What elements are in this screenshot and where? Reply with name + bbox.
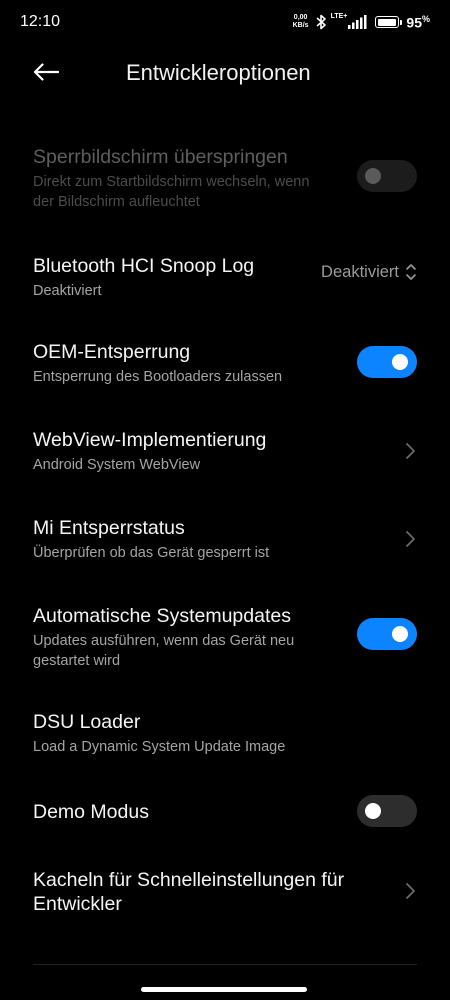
battery-percent-value: 95 (406, 14, 422, 31)
setting-title: WebView-Implementierung (33, 429, 267, 451)
setting-subtitle: Load a Dynamic System Update Image (33, 739, 286, 755)
status-time: 12:10 (20, 13, 61, 30)
battery-fill (377, 18, 396, 26)
setting-webview-implementation[interactable]: WebView-Implementierung Android System W… (33, 428, 417, 478)
bluetooth-hci-select[interactable]: Deaktiviert (321, 262, 417, 282)
skip-lockscreen-toggle[interactable] (357, 160, 417, 192)
setting-subtitle: Direkt zum Startbildschirm wechseln, wen… (33, 174, 310, 210)
setting-text: Demo Modus (33, 795, 333, 824)
setting-mi-unlock-status[interactable]: Mi Entsperrstatus Überprüfen ob das Gerä… (33, 516, 417, 566)
setting-title: Bluetooth HCI Snoop Log (33, 255, 255, 277)
setting-dsu-loader[interactable]: DSU Loader Load a Dynamic System Update … (33, 710, 417, 760)
chevron-right-icon (406, 883, 415, 899)
battery-tip (400, 19, 403, 25)
setting-title: Mi Entsperrstatus (33, 517, 185, 539)
arrow-left-icon (33, 63, 59, 81)
setting-demo-mode[interactable]: Demo Modus (33, 795, 417, 827)
back-button[interactable] (28, 54, 64, 90)
setting-text: OEM-Entsperrung Entsperrung des Bootload… (33, 340, 333, 387)
setting-title: Kacheln für Schnelleinstellungen für Ent… (33, 869, 345, 915)
setting-oem-unlock[interactable]: OEM-Entsperrung Entsperrung des Bootload… (33, 340, 417, 390)
setting-title: OEM-Entsperrung (33, 341, 191, 363)
setting-developer-quick-tiles[interactable]: Kacheln für Schnelleinstellungen für Ent… (33, 868, 417, 918)
setting-title: Demo Modus (33, 801, 149, 823)
toggle-knob (365, 168, 381, 184)
setting-bluetooth-hci-snoop-log[interactable]: Bluetooth HCI Snoop Log Deaktiviert Deak… (33, 254, 417, 304)
battery-percent: 95% (406, 14, 430, 31)
battery-body (375, 16, 400, 28)
signal-icon (348, 15, 367, 29)
network-speed-unit: KB/s (292, 22, 309, 29)
setting-text: Bluetooth HCI Snoop Log Deaktiviert (33, 254, 333, 301)
status-icons: 0,00 KB/s LTE+ 95% (291, 10, 430, 34)
percent-sign: % (421, 13, 430, 24)
toggle-knob (365, 803, 381, 819)
auto-updates-toggle[interactable] (357, 618, 417, 650)
setting-subtitle: Deaktiviert (33, 283, 102, 299)
up-down-chevron-icon (406, 264, 416, 280)
demo-mode-toggle[interactable] (357, 795, 417, 827)
setting-title: Automatische Systemupdates (33, 605, 291, 627)
chevron-right-icon (406, 531, 415, 547)
setting-text: WebView-Implementierung Android System W… (33, 428, 333, 475)
setting-title: Sperrbildschirm überspringen (33, 146, 288, 168)
battery-icon (375, 16, 403, 28)
setting-text: Automatische Systemupdates Updates ausfü… (33, 604, 333, 671)
network-type: LTE+ (330, 12, 348, 20)
network-speed-value: 0,00 (293, 14, 308, 21)
chevron-right-icon (406, 443, 415, 459)
setting-text: Mi Entsperrstatus Überprüfen ob das Gerä… (33, 516, 333, 563)
status-bar: 12:10 0,00 KB/s LTE+ 95% (0, 0, 450, 44)
toggle-knob (392, 354, 408, 370)
home-indicator[interactable] (141, 987, 307, 992)
setting-auto-system-updates[interactable]: Automatische Systemupdates Updates ausfü… (33, 604, 417, 670)
setting-subtitle: Entsperrung des Bootloaders zulassen (33, 369, 283, 385)
toggle-knob (392, 626, 408, 642)
selected-value: Deaktiviert (321, 262, 399, 281)
setting-text: Sperrbildschirm überspringen Direkt zum … (33, 145, 333, 212)
setting-subtitle: Android System WebView (33, 457, 201, 473)
setting-text: DSU Loader Load a Dynamic System Update … (33, 710, 413, 757)
setting-text: Kacheln für Schnelleinstellungen für Ent… (33, 868, 383, 916)
setting-subtitle: Überprüfen ob das Gerät gesperrt ist (33, 545, 270, 561)
app-header: Entwickleroptionen (0, 44, 450, 104)
setting-skip-lockscreen[interactable]: Sperrbildschirm überspringen Direkt zum … (33, 145, 417, 211)
list-divider (33, 964, 417, 965)
oem-unlock-toggle[interactable] (357, 346, 417, 378)
network-speed: 0,00 KB/s (291, 14, 311, 30)
page-title: Entwickleroptionen (126, 60, 311, 85)
setting-title: DSU Loader (33, 711, 141, 733)
setting-subtitle: Updates ausführen, wenn das Gerät neu ge… (33, 633, 295, 669)
bluetooth-icon (316, 14, 326, 30)
